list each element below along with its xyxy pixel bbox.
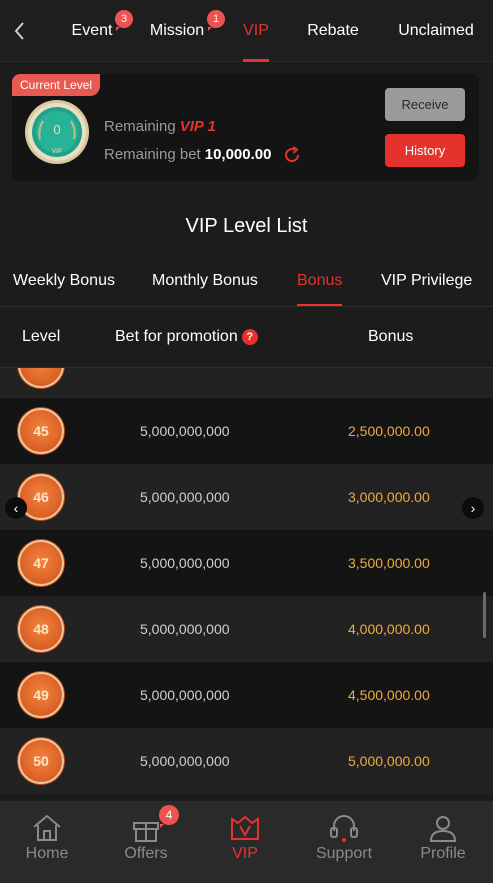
- tab-bonus[interactable]: Bonus: [297, 256, 343, 306]
- level-coin-icon: 45: [18, 408, 64, 454]
- remaining-vip-value: VIP 1: [179, 118, 216, 135]
- tab-mission[interactable]: Mission 1: [145, 0, 225, 62]
- back-arrow-icon[interactable]: [8, 17, 32, 45]
- nav-home-label: Home: [25, 845, 69, 862]
- remaining-bet: Remaining bet 10,000.00: [104, 145, 302, 165]
- row-bonus: 3,500,000.00: [348, 555, 430, 571]
- table-row: 47 5,000,000,000 3,500,000.00: [0, 530, 493, 596]
- mission-badge: 1: [207, 10, 225, 31]
- headset-icon: [330, 815, 358, 842]
- table-row: 48 5,000,000,000 4,000,000.00: [0, 596, 493, 662]
- event-badge: 3: [115, 10, 133, 31]
- medal-level: 0: [53, 122, 61, 137]
- row-bet: 5,000,000,000: [140, 423, 230, 439]
- nav-profile-label: Profile: [420, 845, 466, 862]
- row-level: 47: [33, 555, 49, 571]
- row-bet: 5,000,000,000: [140, 555, 230, 571]
- row-bet: 5,000,000,000: [140, 621, 230, 637]
- row-bet: 5,000,000,000: [140, 489, 230, 505]
- header-bet: Bet for promotion?: [115, 307, 258, 367]
- tab-vip-privilege[interactable]: VIP Privilege: [381, 256, 472, 306]
- nav-home[interactable]: Home: [2, 801, 92, 883]
- tab-active-indicator: [243, 59, 269, 62]
- nav-vip-label: VIP: [232, 845, 258, 862]
- bonus-tabs: Weekly Bonus Monthly Bonus Bonus VIP Pri…: [0, 256, 493, 306]
- table-row: 46 5,000,000,000 3,000,000.00: [0, 464, 493, 530]
- level-coin-icon: [18, 368, 64, 388]
- receive-button[interactable]: Receive: [385, 88, 465, 121]
- tab-event-label: Event: [71, 22, 113, 39]
- table-row: 45 5,000,000,000 2,500,000.00: [0, 398, 493, 464]
- row-level: 45: [33, 423, 49, 439]
- tab-rebate[interactable]: Rebate: [302, 0, 364, 62]
- current-level-card: Current Level 0 VIP Remaining VIP 1 Remai…: [12, 74, 479, 181]
- row-level: 49: [33, 687, 49, 703]
- home-icon: [33, 814, 61, 841]
- header-bet-label: Bet for promotion: [115, 328, 238, 345]
- level-coin-icon: 48: [18, 606, 64, 652]
- scroll-right-arrow-icon[interactable]: ›: [462, 497, 484, 519]
- offers-badge: 4: [159, 805, 179, 828]
- tab-vip[interactable]: VIP: [236, 0, 276, 62]
- tab-monthly-bonus[interactable]: Monthly Bonus: [152, 256, 258, 306]
- row-bonus: 5,000,000.00: [348, 753, 430, 769]
- header-level: Level: [22, 328, 61, 345]
- level-coin-icon: 50: [18, 738, 64, 784]
- table-row: 50 5,000,000,000 5,000,000.00: [0, 728, 493, 794]
- user-icon: [429, 816, 457, 842]
- row-bonus: 3,000,000.00: [348, 489, 430, 505]
- scroll-left-arrow-icon[interactable]: ‹: [5, 497, 27, 519]
- nav-offers-label: Offers: [124, 845, 168, 862]
- top-nav: Event 3 Mission 1 VIP Rebate Unclaimed: [0, 0, 493, 62]
- row-bonus: 4,000,000.00: [348, 621, 430, 637]
- row-bonus: 2,500,000.00: [348, 423, 430, 439]
- current-level-tag: Current Level: [12, 74, 101, 96]
- help-icon[interactable]: ?: [241, 328, 258, 345]
- tab-unclaimed[interactable]: Unclaimed: [394, 0, 478, 62]
- nav-offers[interactable]: Offers 4: [101, 801, 191, 883]
- level-coin-icon: 49: [18, 672, 64, 718]
- history-button[interactable]: History: [385, 134, 465, 167]
- refresh-icon[interactable]: [282, 145, 302, 165]
- crown-icon: [231, 815, 259, 840]
- tab-unclaimed-label: Unclaimed: [398, 22, 474, 39]
- nav-support[interactable]: Support: [299, 801, 389, 883]
- medal-vip-text: VIP: [52, 149, 62, 155]
- header-bonus: Bonus: [368, 328, 414, 345]
- gift-icon: [133, 822, 159, 842]
- remaining-bet-value: 10,000.00: [204, 145, 272, 163]
- vip-level-list-title: VIP Level List: [185, 215, 308, 237]
- bonus-table: 45 5,000,000,000 2,500,000.00 46 5,000,0…: [0, 368, 493, 801]
- tab-bonus-label: Bonus: [297, 272, 343, 289]
- remaining-vip: Remaining VIP 1: [104, 118, 216, 135]
- nav-support-label: Support: [315, 845, 373, 862]
- tab-event[interactable]: Event 3: [62, 0, 133, 62]
- row-level: 48: [33, 621, 49, 637]
- row-bonus: 4,500,000.00: [348, 687, 430, 703]
- remaining-label: Remaining: [104, 118, 176, 135]
- row-level: 50: [33, 753, 49, 769]
- tab-rebate-label: Rebate: [307, 22, 359, 39]
- scrollbar[interactable]: [483, 592, 486, 638]
- nav-profile[interactable]: Profile: [398, 801, 488, 883]
- row-level: 46: [33, 489, 49, 505]
- row-bet: 5,000,000,000: [140, 687, 230, 703]
- tab-weekly-bonus[interactable]: Weekly Bonus: [13, 256, 115, 306]
- bottom-nav: Home Offers 4 VIP Support Profile: [0, 801, 493, 883]
- nav-vip[interactable]: VIP: [200, 801, 290, 883]
- row-bet: 5,000,000,000: [140, 753, 230, 769]
- table-row: 49 5,000,000,000 4,500,000.00: [0, 662, 493, 728]
- table-header: Level Bet for promotion? Bonus: [0, 306, 493, 368]
- table-row-partial: [0, 368, 493, 398]
- remaining-bet-label: Remaining bet: [104, 145, 201, 163]
- level-coin-icon: 47: [18, 540, 64, 586]
- tab-vip-label: VIP: [243, 22, 269, 39]
- tab-mission-label: Mission: [149, 22, 205, 39]
